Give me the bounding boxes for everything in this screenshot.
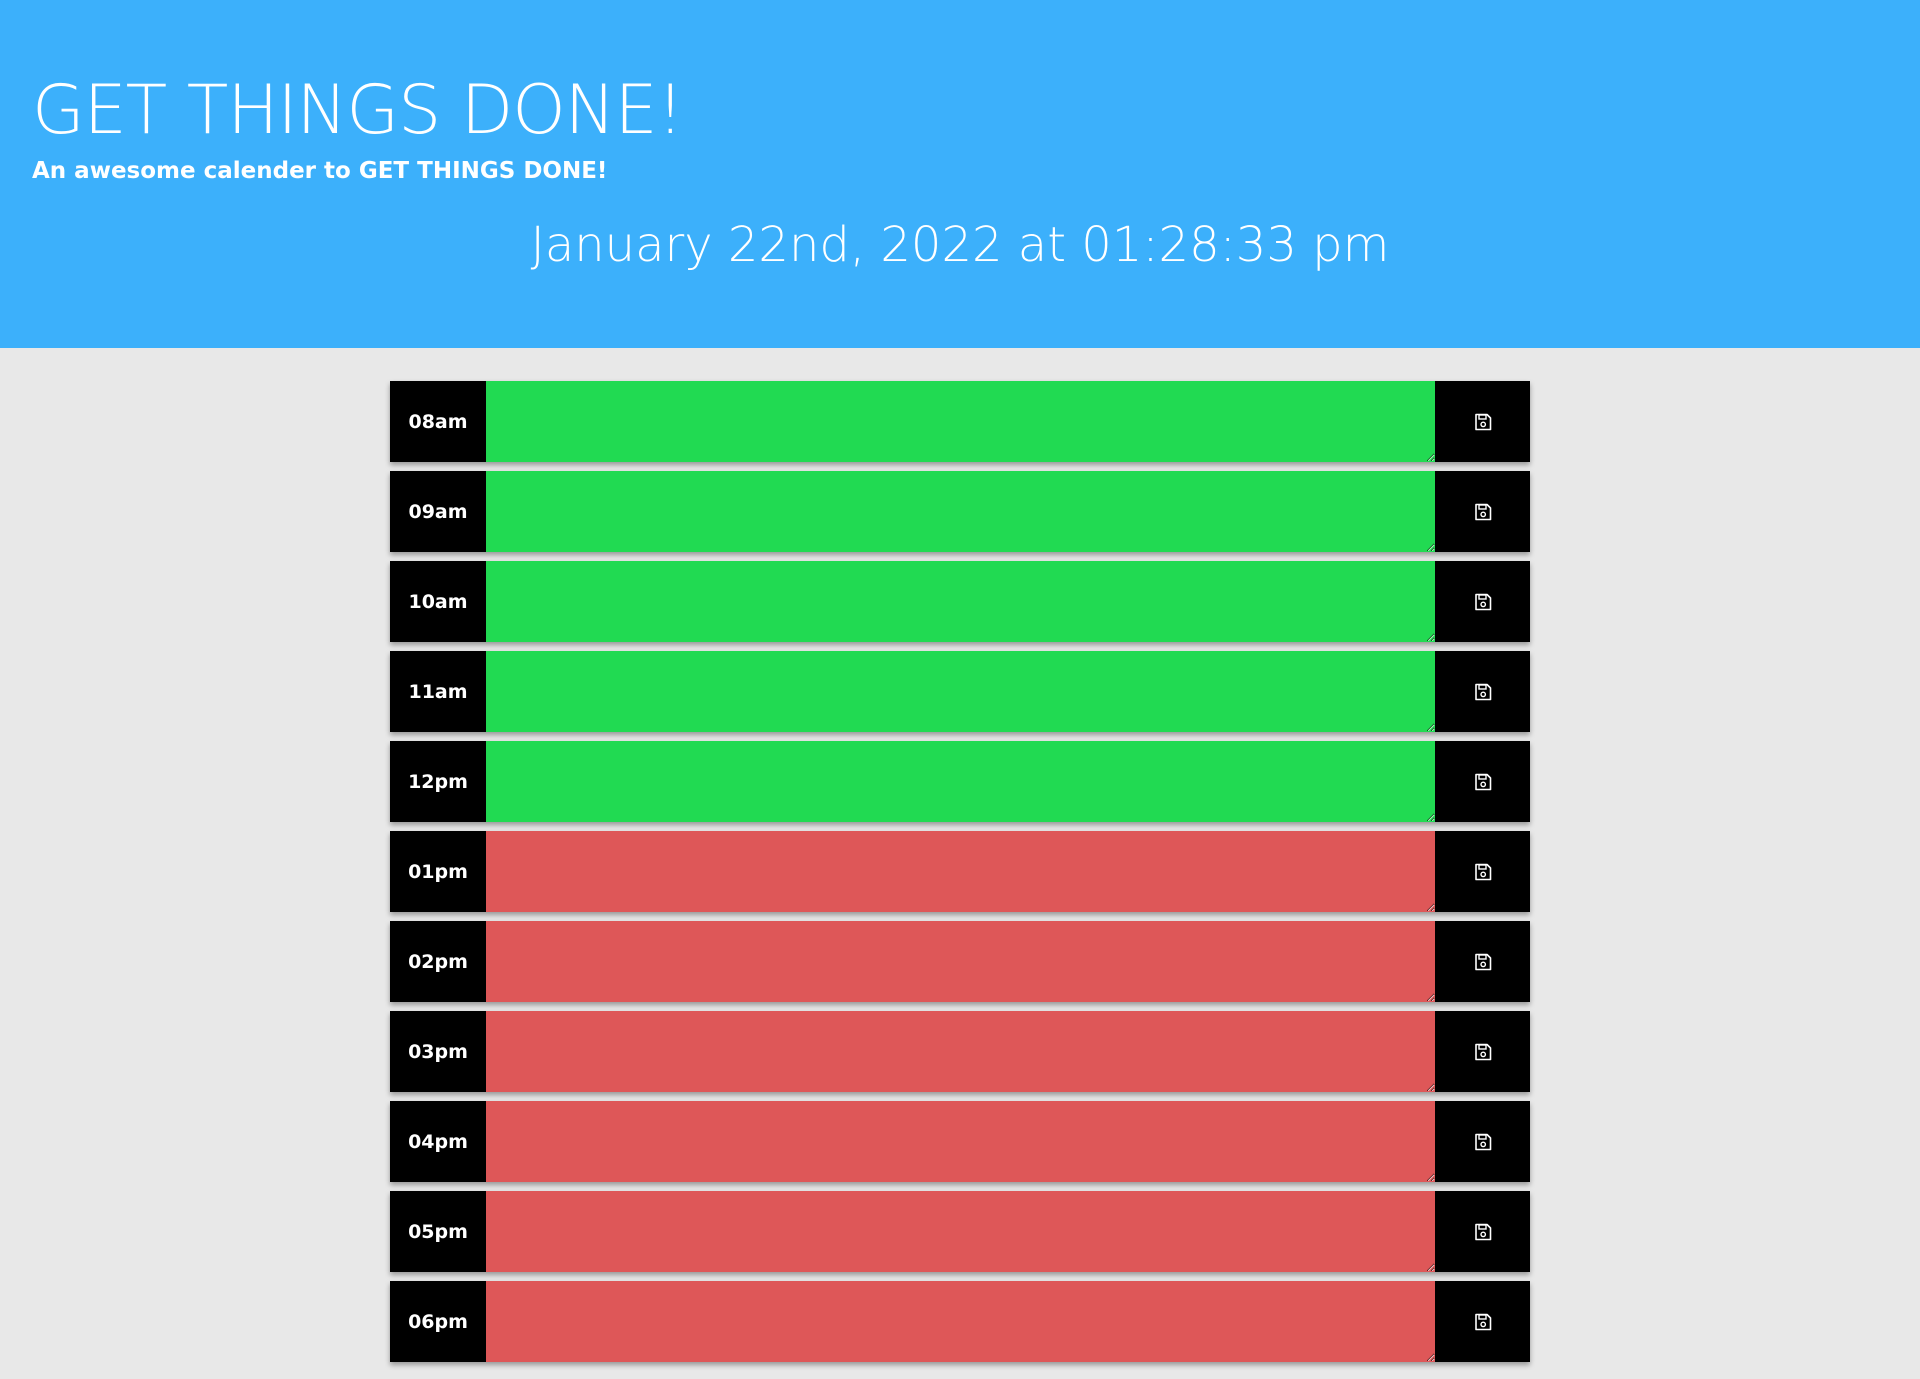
floppy-disk-icon	[1474, 683, 1491, 700]
save-button-10am[interactable]	[1435, 561, 1530, 642]
save-button-08am[interactable]	[1435, 381, 1530, 462]
task-input-05pm[interactable]	[486, 1191, 1435, 1272]
hour-row-08am: 08am	[390, 381, 1530, 462]
save-button-04pm[interactable]	[1435, 1101, 1530, 1182]
floppy-disk-icon	[1474, 773, 1491, 790]
floppy-disk-icon	[1474, 1043, 1491, 1060]
hour-row-06pm: 06pm	[390, 1281, 1530, 1362]
hour-row-05pm: 05pm	[390, 1191, 1530, 1272]
hour-row-03pm: 03pm	[390, 1011, 1530, 1092]
hour-label: 05pm	[390, 1191, 486, 1272]
save-button-05pm[interactable]	[1435, 1191, 1530, 1272]
task-input-11am[interactable]	[486, 651, 1435, 732]
hour-label: 08am	[390, 381, 486, 462]
hour-label: 11am	[390, 651, 486, 732]
save-button-09am[interactable]	[1435, 471, 1530, 552]
hour-row-02pm: 02pm	[390, 921, 1530, 1002]
save-button-01pm[interactable]	[1435, 831, 1530, 912]
hour-row-12pm: 12pm	[390, 741, 1530, 822]
floppy-disk-icon	[1474, 1133, 1491, 1150]
save-button-03pm[interactable]	[1435, 1011, 1530, 1092]
floppy-disk-icon	[1474, 953, 1491, 970]
task-input-01pm[interactable]	[486, 831, 1435, 912]
save-button-11am[interactable]	[1435, 651, 1530, 732]
page-subtitle: An awesome calender to GET THINGS DONE!	[32, 158, 608, 184]
hour-row-04pm: 04pm	[390, 1101, 1530, 1182]
task-input-04pm[interactable]	[486, 1101, 1435, 1182]
hourly-schedule: 08am 09am 10am 11am 12pm 01pm 02pm 03pm …	[390, 381, 1530, 1371]
hour-label: 01pm	[390, 831, 486, 912]
task-input-10am[interactable]	[486, 561, 1435, 642]
hour-label: 04pm	[390, 1101, 486, 1182]
hour-label: 02pm	[390, 921, 486, 1002]
task-input-02pm[interactable]	[486, 921, 1435, 1002]
save-button-06pm[interactable]	[1435, 1281, 1530, 1362]
task-input-08am[interactable]	[486, 381, 1435, 462]
current-datetime: January 22nd, 2022 at 01:28:33 pm	[530, 217, 1390, 273]
hour-row-10am: 10am	[390, 561, 1530, 642]
floppy-disk-icon	[1474, 1223, 1491, 1240]
save-button-02pm[interactable]	[1435, 921, 1530, 1002]
hour-label: 06pm	[390, 1281, 486, 1362]
floppy-disk-icon	[1474, 1313, 1491, 1330]
page-title: GET THINGS DONE!	[32, 71, 684, 150]
floppy-disk-icon	[1474, 503, 1491, 520]
save-button-12pm[interactable]	[1435, 741, 1530, 822]
page-header: GET THINGS DONE! An awesome calender to …	[0, 0, 1920, 348]
floppy-disk-icon	[1474, 593, 1491, 610]
hour-label: 10am	[390, 561, 486, 642]
hour-label: 12pm	[390, 741, 486, 822]
floppy-disk-icon	[1474, 413, 1491, 430]
task-input-06pm[interactable]	[486, 1281, 1435, 1362]
hour-label: 09am	[390, 471, 486, 552]
hour-row-01pm: 01pm	[390, 831, 1530, 912]
floppy-disk-icon	[1474, 863, 1491, 880]
hour-row-11am: 11am	[390, 651, 1530, 732]
task-input-09am[interactable]	[486, 471, 1435, 552]
task-input-03pm[interactable]	[486, 1011, 1435, 1092]
hour-row-09am: 09am	[390, 471, 1530, 552]
task-input-12pm[interactable]	[486, 741, 1435, 822]
hour-label: 03pm	[390, 1011, 486, 1092]
